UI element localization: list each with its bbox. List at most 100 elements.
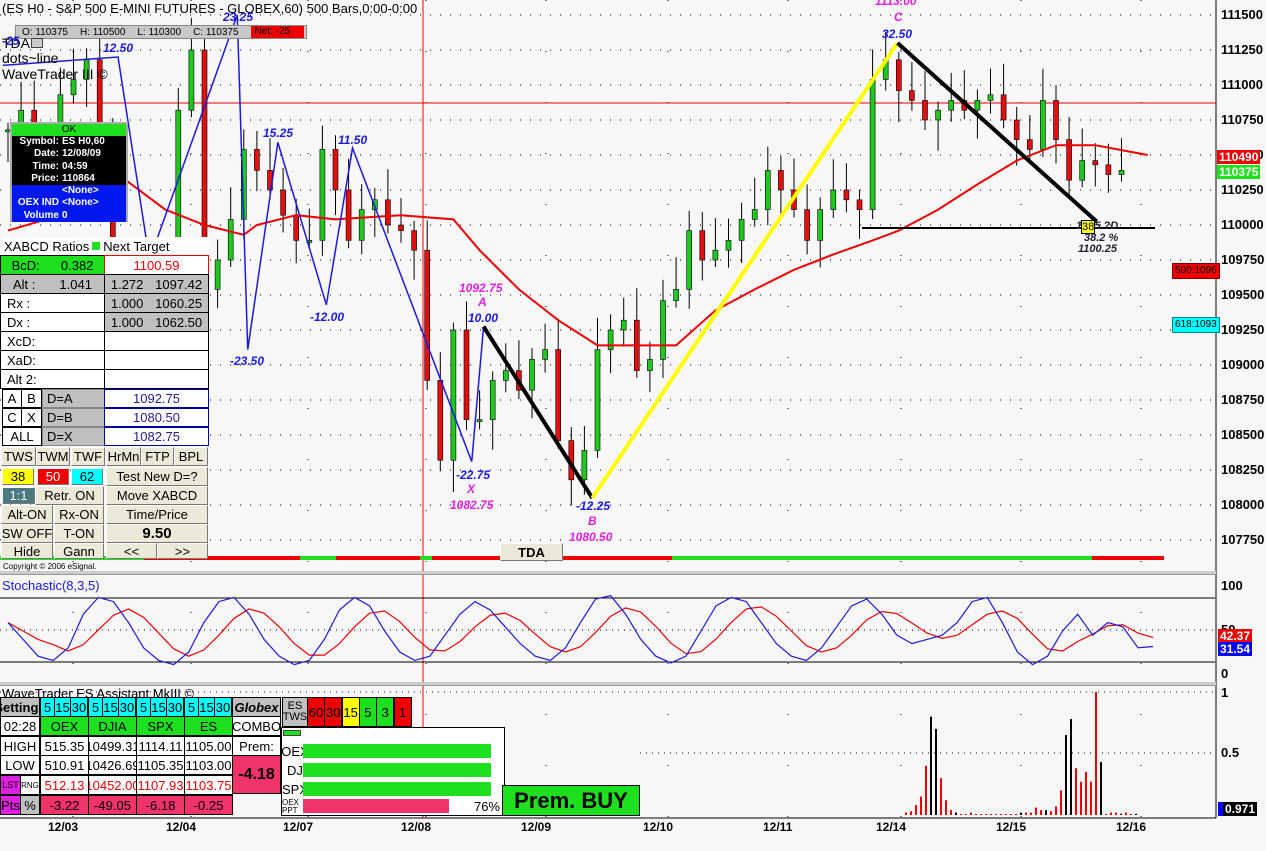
ftp-button[interactable]: FTP	[141, 447, 174, 466]
ohlc-low: L: 110300	[137, 26, 182, 38]
candle	[869, 79, 876, 210]
status-bar-segment	[216, 556, 228, 560]
cursor-info-box: OK Symbol: ES H0,60 Date: 12/08/09 Time: 04:5…	[10, 122, 128, 223]
period-button[interactable]: 15	[150, 697, 167, 717]
tda-toggle[interactable]	[31, 38, 43, 48]
xad-ratio[interactable]: XaD:	[0, 350, 105, 370]
time-price-button[interactable]: Time/Price	[106, 505, 208, 524]
fib-62-button[interactable]: 62	[71, 468, 103, 485]
timeframe-signal[interactable]: 1	[393, 697, 412, 727]
previous-button[interactable]: <<	[106, 543, 157, 559]
period-button[interactable]: 5	[136, 697, 151, 717]
twf-button[interactable]: TWF	[71, 447, 105, 466]
d-equals-x-value: 1082.75	[104, 427, 209, 446]
range-button[interactable]: RNG	[20, 775, 40, 795]
hide-button[interactable]: Hide	[1, 543, 53, 559]
period-button[interactable]: 5	[184, 697, 199, 717]
status-bar-segment	[408, 556, 420, 560]
tws-button[interactable]: TWS	[1, 447, 36, 466]
hist-bar	[960, 814, 962, 815]
point-d-marker[interactable]: 38	[1081, 220, 1095, 234]
price-axis-label: 109000	[1221, 357, 1265, 372]
point-x-button[interactable]: X	[21, 408, 42, 427]
fib-50-button[interactable]: 50	[37, 468, 69, 485]
panel-divider[interactable]	[0, 571, 1216, 575]
info-row: <None>	[12, 185, 126, 198]
point-b-button[interactable]: B	[21, 389, 42, 408]
alt-ratio[interactable]: Alt :1.041	[0, 274, 105, 294]
market-header: SPX	[136, 716, 185, 736]
candle	[856, 199, 863, 210]
hist-bar	[1120, 813, 1122, 815]
alt2-ratio[interactable]: Alt 2:	[0, 369, 105, 389]
price-axis-label: 110250	[1221, 182, 1264, 197]
info-row: Symbol: ES H0,60	[12, 136, 126, 148]
status-bar-segment	[1020, 556, 1032, 560]
candle	[725, 240, 732, 251]
tda-button[interactable]: TDA	[500, 543, 563, 561]
indicator-icon	[283, 730, 301, 736]
status-bar-segment	[300, 556, 312, 560]
point-c-button[interactable]: C	[2, 408, 22, 427]
percent-button[interactable]: %	[20, 795, 40, 815]
period-button[interactable]: 15	[198, 697, 215, 717]
status-bar-segment	[1008, 556, 1020, 560]
period-button[interactable]: 30	[70, 697, 88, 717]
all-points-button[interactable]: ALL	[2, 427, 42, 446]
period-button[interactable]: 30	[214, 697, 232, 717]
ratio-1-1-button[interactable]: 1:1	[2, 487, 35, 504]
period-button[interactable]: 5	[40, 697, 55, 717]
status-bar-segment	[1032, 556, 1044, 560]
point-a-button[interactable]: A	[2, 389, 22, 408]
rx-on-button[interactable]: Rx-ON	[54, 505, 104, 524]
point-a-price: 1092.75	[459, 281, 503, 295]
strength-bar	[303, 782, 491, 796]
next-button[interactable]: >>	[157, 543, 208, 559]
low-label: LOW	[0, 755, 40, 775]
timeframe-signal[interactable]: 30	[324, 697, 343, 727]
settings-button[interactable]: Settings	[0, 697, 40, 717]
period-button[interactable]: 15	[54, 697, 71, 717]
timeframe-signal[interactable]: 15	[341, 697, 360, 727]
info-row: Price: 110864	[12, 173, 126, 185]
timeframe-signal[interactable]: 60	[307, 697, 325, 727]
candle	[804, 209, 810, 241]
period-button[interactable]: 5	[88, 697, 103, 717]
info-value: <None>	[62, 185, 99, 197]
t-on-button[interactable]: T-ON	[54, 524, 104, 543]
sw-off-button[interactable]: SW OFF	[1, 524, 53, 543]
stoch-axis-0: 0	[1221, 666, 1229, 681]
xcd-ratio[interactable]: XcD:	[0, 331, 105, 351]
timeframe-signal[interactable]: 5	[358, 697, 377, 727]
last-button[interactable]: LST	[0, 775, 21, 795]
timeframe-signal[interactable]: 3	[376, 697, 395, 727]
bpl-button[interactable]: BPL	[174, 447, 208, 466]
fib-38-button[interactable]: 38	[2, 468, 34, 485]
hist-bar	[1030, 812, 1032, 815]
hist-bar	[935, 728, 937, 815]
twm-button[interactable]: TWM	[36, 447, 70, 466]
points-button[interactable]: Pts	[0, 795, 21, 815]
status-bar-segment	[672, 556, 684, 560]
dx-ratio[interactable]: Dx :	[0, 312, 105, 332]
change-value: -3.22	[40, 795, 89, 815]
candle	[987, 94, 994, 101]
period-button[interactable]: 30	[166, 697, 184, 717]
status-bar-segment	[852, 556, 864, 560]
alt-on-button[interactable]: Alt-ON	[1, 505, 53, 524]
period-button[interactable]: 15	[102, 697, 119, 717]
test-new-d-button[interactable]: Test New D=?	[106, 467, 208, 486]
candle	[293, 214, 300, 241]
candle	[188, 49, 195, 111]
status-bar-segment	[264, 556, 276, 560]
bcd-ratio[interactable]: BcD: 0.382	[0, 255, 105, 275]
move-xabcd-button[interactable]: Move XABCD	[106, 486, 208, 505]
period-button[interactable]: 30	[118, 697, 136, 717]
rx-ratio[interactable]: Rx :	[0, 293, 105, 313]
retracement-on-button[interactable]: Retr. ON	[35, 486, 104, 505]
gann-button[interactable]: Gann	[54, 543, 104, 559]
info-ok-button[interactable]: OK	[12, 124, 126, 136]
hrmn-button[interactable]: HrMn	[106, 447, 141, 466]
candle	[424, 249, 431, 381]
high-value: 1105.00	[184, 736, 233, 756]
